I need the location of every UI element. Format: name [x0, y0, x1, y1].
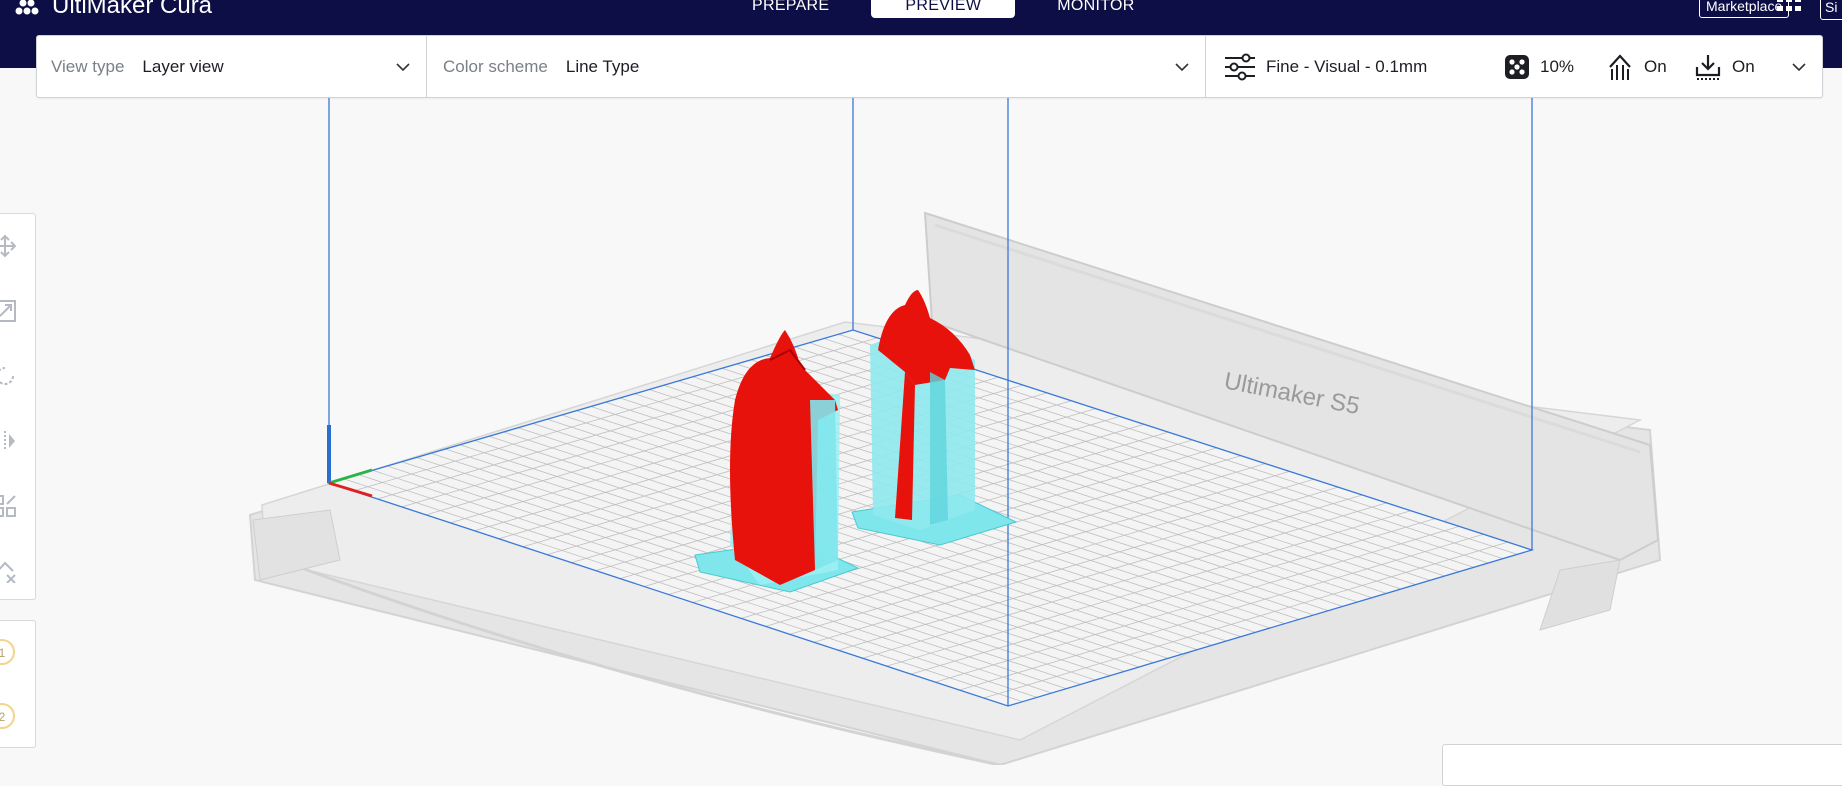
support-icon — [1609, 53, 1631, 80]
support-item: On — [1606, 53, 1694, 81]
infill-item: 10% — [1504, 54, 1606, 80]
scale-icon[interactable] — [0, 299, 17, 323]
chevron-down-icon — [1792, 63, 1806, 72]
infill-icon — [1505, 54, 1529, 79]
view-type-value: Layer view — [142, 56, 224, 76]
profile-value: Fine - Visual - 0.1mm — [1266, 56, 1428, 76]
adhesion-value: On — [1732, 56, 1755, 76]
extruder-2-badge[interactable]: 2 — [0, 703, 15, 729]
view-type-dropdown[interactable]: View type Layer view — [37, 36, 427, 97]
tool-panel — [0, 213, 36, 600]
app-logo[interactable]: UltiMaker Cura — [14, 0, 212, 20]
chevron-down-icon — [396, 63, 410, 72]
adhesion-item: On — [1694, 53, 1784, 81]
move-icon[interactable] — [0, 234, 17, 258]
adhesion-icon — [1695, 54, 1721, 80]
color-scheme-label: Color scheme — [443, 56, 548, 76]
extruder-panel: 1 2 — [0, 620, 36, 748]
preview-toolbar: View type Layer view Color scheme Line T… — [36, 35, 1823, 98]
mirror-icon[interactable] — [0, 429, 17, 453]
color-scheme-dropdown[interactable]: Color scheme Line Type — [427, 36, 1206, 97]
print-summary-panel[interactable] — [1442, 744, 1842, 786]
infill-value: 10% — [1540, 56, 1575, 76]
print-settings-selector[interactable]: Fine - Visual - 0.1mm 10% On On — [1206, 36, 1822, 97]
extruder-1-badge[interactable]: 1 — [0, 639, 15, 665]
tab-preview[interactable]: PREVIEW — [871, 0, 1016, 18]
tab-monitor[interactable]: MONITOR — [1035, 0, 1156, 18]
ultimaker-logo-icon — [15, 0, 39, 15]
rotate-icon[interactable] — [0, 364, 17, 388]
grid-apps-icon[interactable] — [1776, 0, 1802, 16]
sliders-icon — [1225, 53, 1255, 80]
sign-in-button[interactable]: Si — [1820, 0, 1842, 20]
support-blocker-icon[interactable] — [0, 559, 17, 583]
tab-prepare[interactable]: PREPARE — [730, 0, 851, 18]
color-scheme-value: Line Type — [565, 56, 640, 76]
viewport-3d[interactable]: Ultimaker S5 — [0, 0, 1842, 765]
per-model-settings-icon[interactable] — [0, 494, 17, 518]
stage-tabs: PREPARE PREVIEW MONITOR — [730, 0, 1157, 18]
view-type-label: View type — [51, 56, 125, 76]
profile-item: Fine - Visual - 0.1mm — [1224, 53, 1504, 81]
app-name: UltiMaker Cura — [52, 0, 213, 19]
support-value: On — [1644, 56, 1667, 76]
chevron-down-icon — [1175, 63, 1189, 72]
